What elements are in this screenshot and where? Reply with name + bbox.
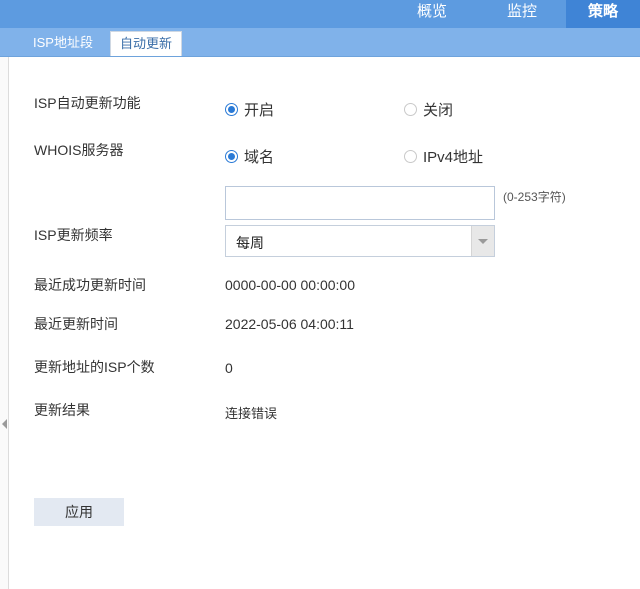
nav-overview[interactable]: 概览 — [398, 0, 466, 28]
radio-unchecked-icon — [404, 150, 417, 163]
whois-server-input[interactable] — [225, 186, 495, 220]
last-success-value: 0000-00-00 00:00:00 — [225, 277, 355, 293]
frequency-select[interactable]: 每周 — [225, 225, 495, 257]
whois-ipv4-radio[interactable]: IPv4地址 — [404, 146, 483, 167]
tab-auto-update[interactable]: 自动更新 — [110, 31, 183, 56]
auto-update-off-label: 关闭 — [423, 102, 454, 119]
auto-update-label: ISP自动更新功能 — [34, 95, 141, 111]
auto-update-off-radio[interactable]: 关闭 — [404, 99, 453, 120]
frequency-label: ISP更新频率 — [34, 227, 113, 243]
tab-bar: ISP地址段 自动更新 — [0, 28, 640, 57]
result-label: 更新结果 — [34, 402, 90, 418]
last-update-value: 2022-05-06 04:00:11 — [225, 316, 354, 332]
whois-ipv4-label: IPv4地址 — [423, 149, 484, 166]
left-collapse-strip[interactable] — [0, 57, 9, 589]
whois-domain-label: 域名 — [244, 149, 275, 166]
collapse-arrow-icon[interactable] — [2, 419, 7, 429]
whois-label: WHOIS服务器 — [34, 142, 124, 158]
radio-checked-icon — [225, 103, 238, 116]
chevron-down-icon — [478, 239, 488, 244]
last-update-label: 最近更新时间 — [34, 316, 118, 332]
frequency-selected-value: 每周 — [236, 235, 264, 251]
apply-button[interactable]: 应用 — [34, 498, 124, 526]
server-input-hint: (0-253字符) — [503, 190, 566, 204]
auto-update-on-radio[interactable]: 开启 — [225, 99, 274, 120]
last-success-label: 最近成功更新时间 — [34, 277, 146, 293]
top-navigation: 概览 监控 策略 — [0, 0, 640, 28]
nav-policy[interactable]: 策略 — [566, 0, 640, 28]
isp-count-value: 0 — [225, 360, 233, 376]
nav-monitor[interactable]: 监控 — [488, 0, 556, 28]
tab-isp-address[interactable]: ISP地址段 — [24, 31, 102, 56]
radio-checked-icon — [225, 150, 238, 163]
whois-domain-radio[interactable]: 域名 — [225, 146, 274, 167]
auto-update-on-label: 开启 — [244, 102, 275, 119]
radio-unchecked-icon — [404, 103, 417, 116]
dropdown-button[interactable] — [471, 226, 494, 256]
isp-count-label: 更新地址的ISP个数 — [34, 359, 155, 375]
result-value: 连接错误 — [225, 406, 278, 421]
